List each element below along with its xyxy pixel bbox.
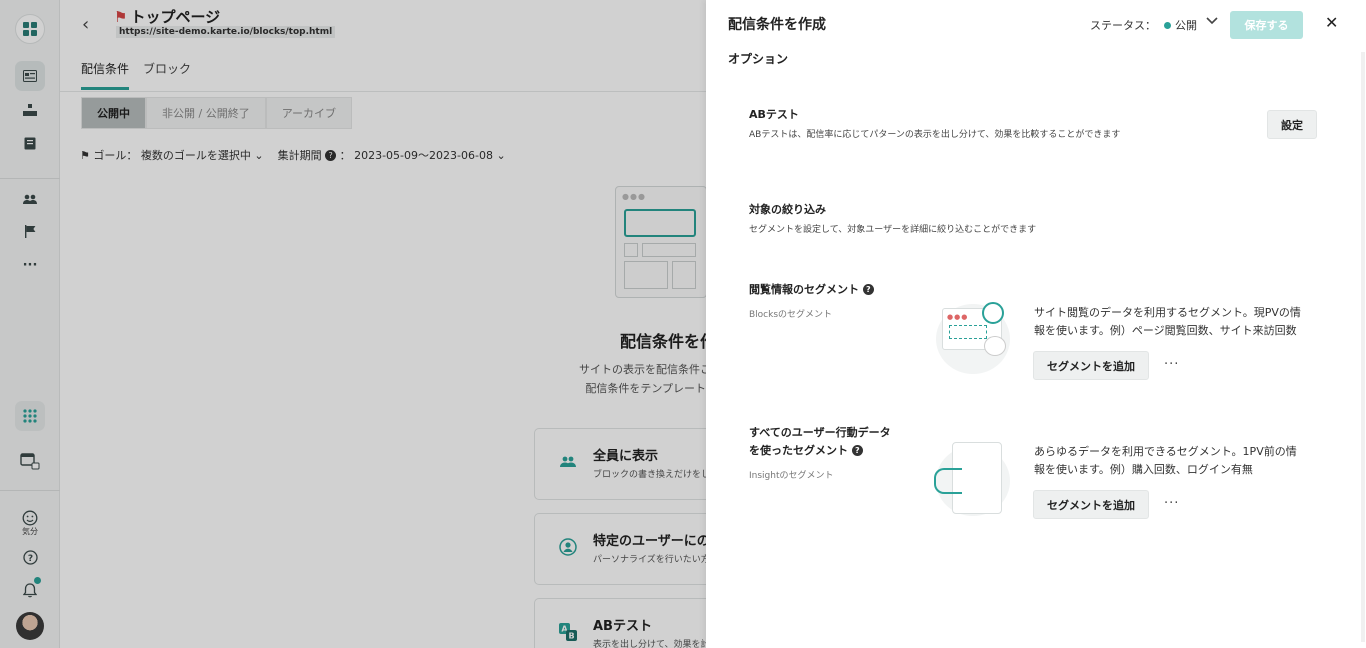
- add-all-segment-button[interactable]: セグメントを追加: [1033, 490, 1149, 519]
- create-condition-panel: 配信条件を作成 ステータス： 公開 保存する ✕ オプション ABテスト ABテ…: [706, 0, 1366, 648]
- options-heading: オプション: [728, 52, 789, 66]
- all-segment-title-line-2: を使ったセグメント: [749, 444, 848, 457]
- browse-segment-text: サイト閲覧のデータを利用するセグメント。現PVの情報を使います。例）ページ閲覧回…: [1034, 306, 1301, 337]
- browse-segment-illustration: ●●●: [928, 296, 1018, 378]
- target-title: 対象の絞り込み: [749, 203, 826, 216]
- target-desc: セグメントを設定して、対象ユーザーを詳細に絞り込むことができます: [749, 225, 1037, 235]
- all-segment-sub: Insightのセグメント: [749, 471, 834, 481]
- ab-test-settings-button[interactable]: 設定: [1267, 110, 1317, 139]
- modal-overlay[interactable]: [0, 0, 706, 648]
- all-segment-illustration: [928, 438, 1018, 520]
- all-segment-text: あらゆるデータを利用できるセグメント。1PV前の情報を使います。例）購入回数、ロ…: [1034, 445, 1297, 476]
- status-chevron-down-icon[interactable]: [1206, 14, 1218, 28]
- status-selector[interactable]: ステータス： 公開: [1090, 17, 1197, 33]
- help-icon[interactable]: ?: [851, 445, 863, 456]
- all-segment-title-line-1: すべてのユーザー行動データ: [749, 426, 891, 439]
- add-browse-segment-button[interactable]: セグメントを追加: [1033, 351, 1149, 380]
- save-button[interactable]: 保存する: [1230, 11, 1303, 39]
- close-icon[interactable]: ✕: [1325, 13, 1338, 32]
- scrollbar[interactable]: [1361, 52, 1365, 642]
- panel-title: 配信条件を作成: [728, 17, 826, 33]
- status-dot: [1164, 21, 1171, 29]
- ab-test-title: ABテスト: [749, 108, 799, 121]
- status-label: ステータス：: [1090, 19, 1156, 32]
- all-segment-more-icon[interactable]: ···: [1164, 496, 1179, 511]
- browse-segment-title-text: 閲覧情報のセグメント: [749, 283, 859, 296]
- all-segment-title: すべてのユーザー行動データ を使ったセグメント ?: [749, 424, 891, 460]
- help-icon[interactable]: ?: [862, 284, 874, 295]
- browse-segment-more-icon[interactable]: ···: [1164, 357, 1179, 372]
- browse-segment-title: 閲覧情報のセグメント ?: [749, 281, 874, 299]
- status-value: 公開: [1175, 19, 1197, 32]
- ab-test-desc: ABテストは、配信率に応じてパターンの表示を出し分けて、効果を比較することができ…: [749, 130, 1121, 140]
- browse-segment-sub: Blocksのセグメント: [749, 310, 833, 320]
